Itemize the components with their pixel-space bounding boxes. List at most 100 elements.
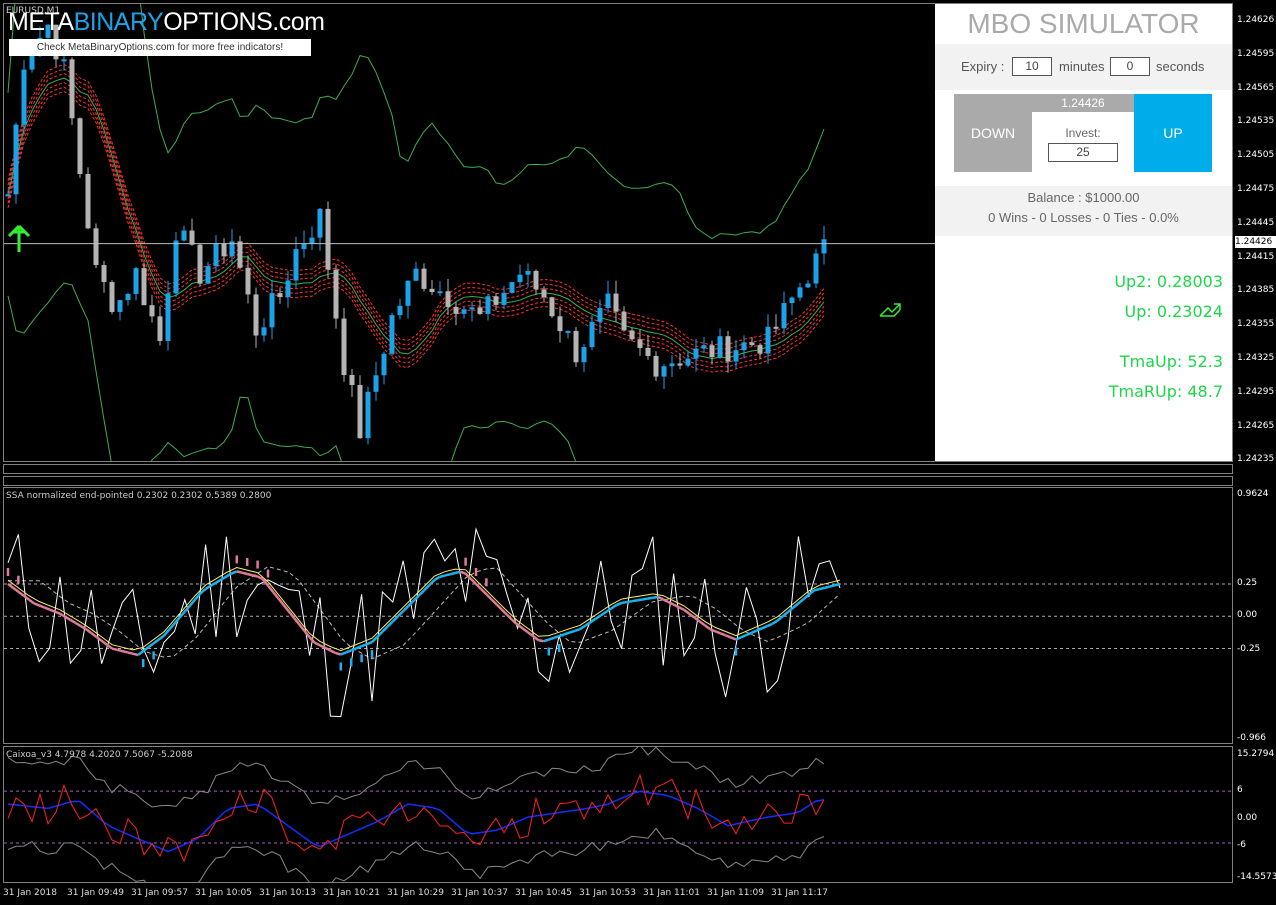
ssa-signal-dashed-line [8, 566, 841, 660]
ssa-colored-segment [610, 604, 618, 610]
ssa-label: SSA normalized end-pointed 0.2302 0.2302… [6, 491, 272, 501]
caixoa-chart-canvas[interactable] [4, 747, 1233, 883]
candle-body [421, 268, 427, 289]
ssa-colored-segment [626, 599, 633, 604]
caixoa-scale-6: 6 [1237, 785, 1243, 795]
ssa-colored-segment [444, 573, 451, 577]
tma-envelope-line [7, 82, 825, 364]
ssa-colored-segment [439, 574, 446, 579]
ssa-colored-segment [516, 623, 524, 630]
ssa-colored-segment [797, 598, 805, 605]
ssa-scale-025: 0.25 [1237, 578, 1258, 588]
ssa-colored-segment [12, 586, 20, 593]
candle-body [725, 336, 731, 362]
ssa-colored-segment [111, 647, 118, 652]
ssa-colored-segment [704, 624, 711, 631]
ssa-colored-segment [766, 622, 773, 628]
pane-separator-2[interactable] [3, 476, 1233, 486]
ssa-colored-segment [204, 584, 212, 590]
candle-body [349, 375, 355, 385]
candle-body [781, 303, 787, 329]
candle-body [773, 326, 779, 329]
candle-body [661, 366, 667, 377]
candle-body [741, 342, 747, 351]
candle-body [117, 300, 123, 312]
ssa-colored-segment [522, 627, 529, 634]
ssa-colored-segment [802, 593, 810, 601]
bollinger-lower-band [7, 282, 577, 461]
ssa-colored-segment [241, 571, 248, 576]
ssa-colored-segment [569, 629, 576, 634]
invest-input[interactable]: 25 [1048, 143, 1118, 162]
candle-body [61, 59, 67, 62]
invest-label: Invest: [1065, 126, 1101, 140]
ssa-colored-segment [678, 606, 685, 611]
ssa-colored-segment [231, 570, 238, 575]
logo-tagline[interactable]: Check MetaBinaryOptions.com for more fre… [9, 39, 311, 56]
ssa-chart-canvas[interactable] [4, 488, 1233, 744]
ssa-colored-segment [142, 646, 150, 653]
ssa-colored-segment [511, 619, 519, 626]
ssa-indicator-pane[interactable] [3, 487, 1233, 744]
ssa-colored-segment [345, 649, 352, 654]
ssa-colored-segment [605, 607, 612, 614]
expiry-seconds-input[interactable]: 0 [1110, 57, 1150, 76]
ssa-colored-segment [756, 627, 763, 632]
candle-body [517, 274, 523, 283]
candle-body [85, 174, 91, 229]
caixoa-scale-neg6: -6 [1237, 840, 1246, 850]
ssa-yellow-line [7, 566, 841, 652]
candle-body [189, 230, 195, 245]
time-tick-label: 31 Jan 11:17 [771, 888, 828, 898]
ssa-colored-segment [74, 621, 82, 628]
caixoa-indicator-pane[interactable] [3, 746, 1233, 883]
price-tick-label: 1.24535 [1237, 116, 1275, 127]
candle-body [213, 243, 219, 267]
candle-body [469, 307, 475, 310]
balance-text: Balance : $1000.00 [1027, 190, 1140, 205]
ssa-colored-segment [776, 615, 784, 622]
candle-body [581, 347, 587, 363]
candle-body [341, 318, 347, 376]
ssa-colored-segment [693, 616, 701, 623]
candle-body [477, 307, 483, 314]
ssa-colored-segment [548, 636, 555, 641]
ssa-colored-segment [584, 621, 592, 627]
ssa-colored-segment [621, 600, 628, 605]
candle-body [701, 345, 707, 349]
trade-box: DOWN 1.24426 Invest: 25 UP [935, 90, 1232, 186]
time-tick-label: 31 Jan 10:13 [259, 888, 316, 898]
ssa-colored-segment [246, 572, 253, 577]
candle-body [621, 311, 627, 331]
ssa-colored-segment [543, 638, 550, 643]
candle-body [165, 293, 171, 341]
candle-body [205, 266, 211, 284]
candle-body [709, 345, 715, 358]
candle-body [669, 363, 675, 367]
price-tick-label: 1.24445 [1237, 217, 1275, 228]
expiry-label: Expiry : [961, 59, 1005, 74]
candle-body [821, 239, 827, 254]
time-tick-label: 31 Jan 09:57 [131, 888, 188, 898]
candle-body [109, 282, 115, 312]
candle-body [181, 230, 187, 241]
candle-body [317, 208, 323, 238]
up-button[interactable]: UP [1134, 94, 1212, 172]
candle-body [197, 244, 203, 284]
ssa-colored-segment [355, 645, 363, 650]
price-tick-label: 1.24325 [1237, 353, 1275, 363]
ssa-colored-segment [252, 574, 258, 578]
pane-separator-1[interactable] [3, 464, 1233, 474]
candle-body [797, 287, 803, 298]
candle-body [309, 237, 315, 244]
ssa-scale-neg025: -0.25 [1237, 644, 1261, 654]
time-tick-label: 31 Jan 09:49 [67, 888, 124, 898]
down-button[interactable]: DOWN [954, 94, 1032, 172]
expiry-minutes-input[interactable]: 10 [1012, 57, 1052, 76]
caixoa-label: Caixoa_v3 4.7978 4.2020 7.5067 -5.2088 [6, 750, 193, 760]
ssa-colored-segment [433, 575, 441, 582]
candle-body [397, 305, 403, 316]
ssa-colored-segment [132, 652, 139, 657]
ssa-colored-segment [631, 599, 638, 603]
tmarup-readout: TmaRUp: 48.7 [1108, 382, 1223, 401]
